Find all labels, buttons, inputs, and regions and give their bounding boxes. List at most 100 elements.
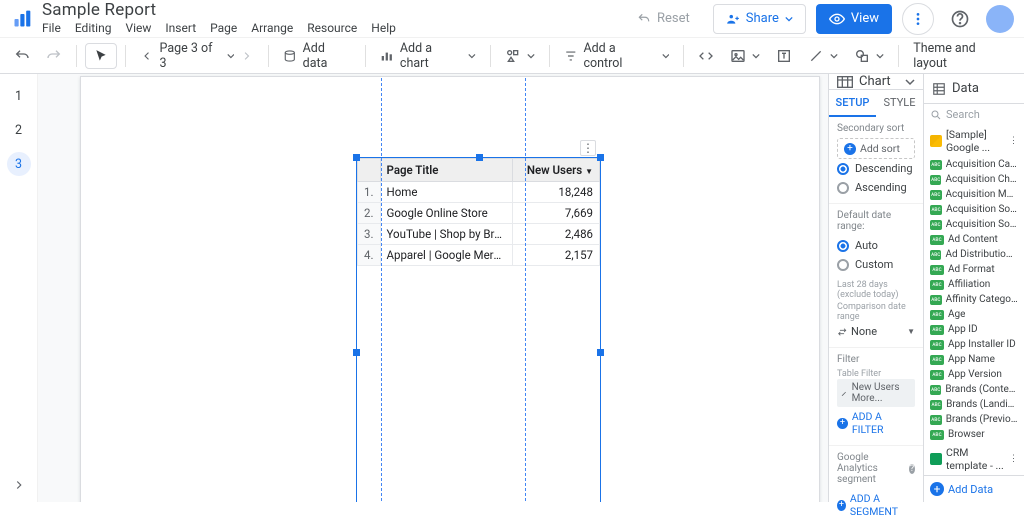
data-icon xyxy=(932,82,946,96)
more-options-button[interactable] xyxy=(902,3,934,35)
redo-button[interactable] xyxy=(40,43,68,69)
help-button[interactable] xyxy=(944,3,976,35)
text-button[interactable] xyxy=(770,43,798,69)
page-thumb-1[interactable]: 1 xyxy=(7,84,31,108)
abc-icon: ᴀʙᴄ xyxy=(930,400,942,410)
dimension-field[interactable]: ᴀʙᴄAd Content xyxy=(924,232,1024,247)
dimension-field[interactable]: ᴀʙᴄApp ID xyxy=(924,322,1024,337)
add-chart-button[interactable]: Add a chart xyxy=(374,43,482,69)
dimension-field[interactable]: ᴀʙᴄBrands (Previous ... xyxy=(924,412,1024,427)
line-button[interactable] xyxy=(802,43,844,69)
table-row[interactable]: 4.Apparel | Google Merchandis...2,157 xyxy=(358,245,600,266)
col-title[interactable]: Page Title xyxy=(380,159,512,182)
abc-icon: ᴀʙᴄ xyxy=(930,250,941,260)
element-more-button[interactable]: ⋮ xyxy=(580,140,596,156)
dimension-field[interactable]: ᴀʙᴄApp Version xyxy=(924,367,1024,382)
selection-tool[interactable] xyxy=(85,43,117,69)
abc-icon: ᴀʙᴄ xyxy=(930,205,942,215)
rail-expand-button[interactable] xyxy=(12,478,26,492)
add-sort-button[interactable]: +Add sort xyxy=(837,138,915,159)
page-nav[interactable]: Page 3 of 3 xyxy=(134,43,260,69)
menu-view[interactable]: View xyxy=(125,21,151,35)
database-icon xyxy=(283,49,297,63)
share-button[interactable]: Share xyxy=(713,4,806,34)
dimension-field[interactable]: ᴀʙᴄAcquisition Mediu... xyxy=(924,187,1024,202)
dimension-field[interactable]: ᴀʙᴄBrands (Landing ... xyxy=(924,397,1024,412)
abc-icon: ᴀʙᴄ xyxy=(930,430,944,440)
image-button[interactable] xyxy=(724,43,766,69)
dimension-field[interactable]: ᴀʙᴄApp Name xyxy=(924,352,1024,367)
chevron-down-icon xyxy=(227,52,235,60)
add-control-button[interactable]: Add a control xyxy=(558,43,675,69)
date-auto-radio[interactable]: Auto xyxy=(837,236,915,255)
undo-button[interactable] xyxy=(8,43,36,69)
dimension-field[interactable]: ᴀʙᴄAcquisition Chann... xyxy=(924,172,1024,187)
dimension-field[interactable]: ᴀʙᴄAge xyxy=(924,307,1024,322)
add-data-source-button[interactable]: + Add Data xyxy=(924,475,1024,502)
community-viz-button[interactable] xyxy=(499,43,541,69)
menu-file[interactable]: File xyxy=(42,21,61,35)
data-source-crm[interactable]: CRM template - ... ⋮ xyxy=(924,443,1024,475)
add-data-button[interactable]: Add data xyxy=(277,43,357,69)
tab-style[interactable]: STYLE xyxy=(876,90,923,117)
dimension-field[interactable]: ᴀʙᴄAffinity Category (... xyxy=(924,292,1024,307)
menu-insert[interactable]: Insert xyxy=(165,21,196,35)
menu-editing[interactable]: Editing xyxy=(75,21,112,35)
sheets-icon xyxy=(930,453,942,465)
dimension-field[interactable]: ᴀʙᴄBrands (Content G... xyxy=(924,382,1024,397)
menu-help[interactable]: Help xyxy=(371,21,396,35)
table-row[interactable]: 2.Google Online Store7,669 xyxy=(358,203,600,224)
menu-page[interactable]: Page xyxy=(210,21,237,35)
reset-button[interactable]: Reset xyxy=(624,4,703,34)
chevron-right-icon xyxy=(12,478,26,492)
shape-button[interactable] xyxy=(848,43,890,69)
dimension-field[interactable]: ᴀʙᴄAffiliation xyxy=(924,277,1024,292)
url-embed-button[interactable] xyxy=(692,43,720,69)
chevron-down-icon[interactable] xyxy=(905,77,915,87)
data-source-sample-ga[interactable]: [Sample] Google ... ⋮ xyxy=(924,125,1024,157)
compare-none-select[interactable]: None ▼ xyxy=(837,322,915,341)
data-table: Page Title New Users ▼ 1.Home18,2482.Goo… xyxy=(357,158,600,266)
add-segment-button[interactable]: +ADD A SEGMENT xyxy=(837,489,915,521)
dimension-field[interactable]: ᴀʙᴄApp Installer ID xyxy=(924,337,1024,352)
sort-ascending-radio[interactable]: Ascending xyxy=(837,178,915,197)
data-panel-title: Data xyxy=(952,81,979,96)
page-rail: 1 2 3 xyxy=(0,74,38,502)
help-icon[interactable]: ? xyxy=(909,464,915,474)
page-thumb-2[interactable]: 2 xyxy=(7,118,31,142)
abc-icon: ᴀʙᴄ xyxy=(930,235,944,245)
undo-icon xyxy=(14,48,30,64)
add-filter-button[interactable]: +ADD A FILTER xyxy=(837,407,915,439)
menu-arrange[interactable]: Arrange xyxy=(251,21,293,35)
dimension-field[interactable]: ᴀʙᴄAcquisition Sourc... xyxy=(924,217,1024,232)
theme-layout-button[interactable]: Theme and layout xyxy=(907,43,1016,69)
sort-descending-radio[interactable]: Descending xyxy=(837,159,915,178)
abc-icon: ᴀʙᴄ xyxy=(930,190,942,200)
table-chart-icon xyxy=(837,76,853,88)
dimension-field[interactable]: ᴀʙᴄAcquisition Camp... xyxy=(924,157,1024,172)
table-row[interactable]: 3.YouTube | Shop by Brand | G...2,486 xyxy=(358,224,600,245)
col-idx[interactable] xyxy=(358,159,381,182)
page-thumb-3[interactable]: 3 xyxy=(7,152,31,176)
document-title[interactable]: Sample Report xyxy=(42,0,396,20)
abc-icon: ᴀʙᴄ xyxy=(930,355,944,365)
dimension-field[interactable]: ᴀʙᴄBrowser xyxy=(924,427,1024,442)
view-button[interactable]: View xyxy=(816,4,892,34)
dimension-field[interactable]: ᴀʙᴄAd Distribution Ne... xyxy=(924,247,1024,262)
dimension-field[interactable]: ᴀʙᴄAd Format xyxy=(924,262,1024,277)
report-canvas[interactable]: ⋮ Page Title New Users ▼ 1.Home18,2482.G… xyxy=(80,76,820,502)
line-icon xyxy=(808,48,824,64)
swap-icon xyxy=(837,327,847,337)
tab-setup[interactable]: SETUP xyxy=(829,90,876,117)
filter-icon xyxy=(564,49,578,63)
dimension-field[interactable]: ᴀʙᴄAcquisition Source xyxy=(924,202,1024,217)
table-row[interactable]: 1.Home18,248 xyxy=(358,182,600,203)
menu-resource[interactable]: Resource xyxy=(307,21,357,35)
selected-chart-table[interactable]: ⋮ Page Title New Users ▼ 1.Home18,2482.G… xyxy=(356,157,601,502)
date-custom-radio[interactable]: Custom xyxy=(837,255,915,274)
account-avatar[interactable] xyxy=(986,5,1014,33)
field-search[interactable]: Search xyxy=(930,108,1018,121)
panel-title: Chart xyxy=(859,74,891,89)
filter-chip[interactable]: New Users More... xyxy=(837,379,915,407)
compare-label: Comparison date range xyxy=(837,302,915,322)
